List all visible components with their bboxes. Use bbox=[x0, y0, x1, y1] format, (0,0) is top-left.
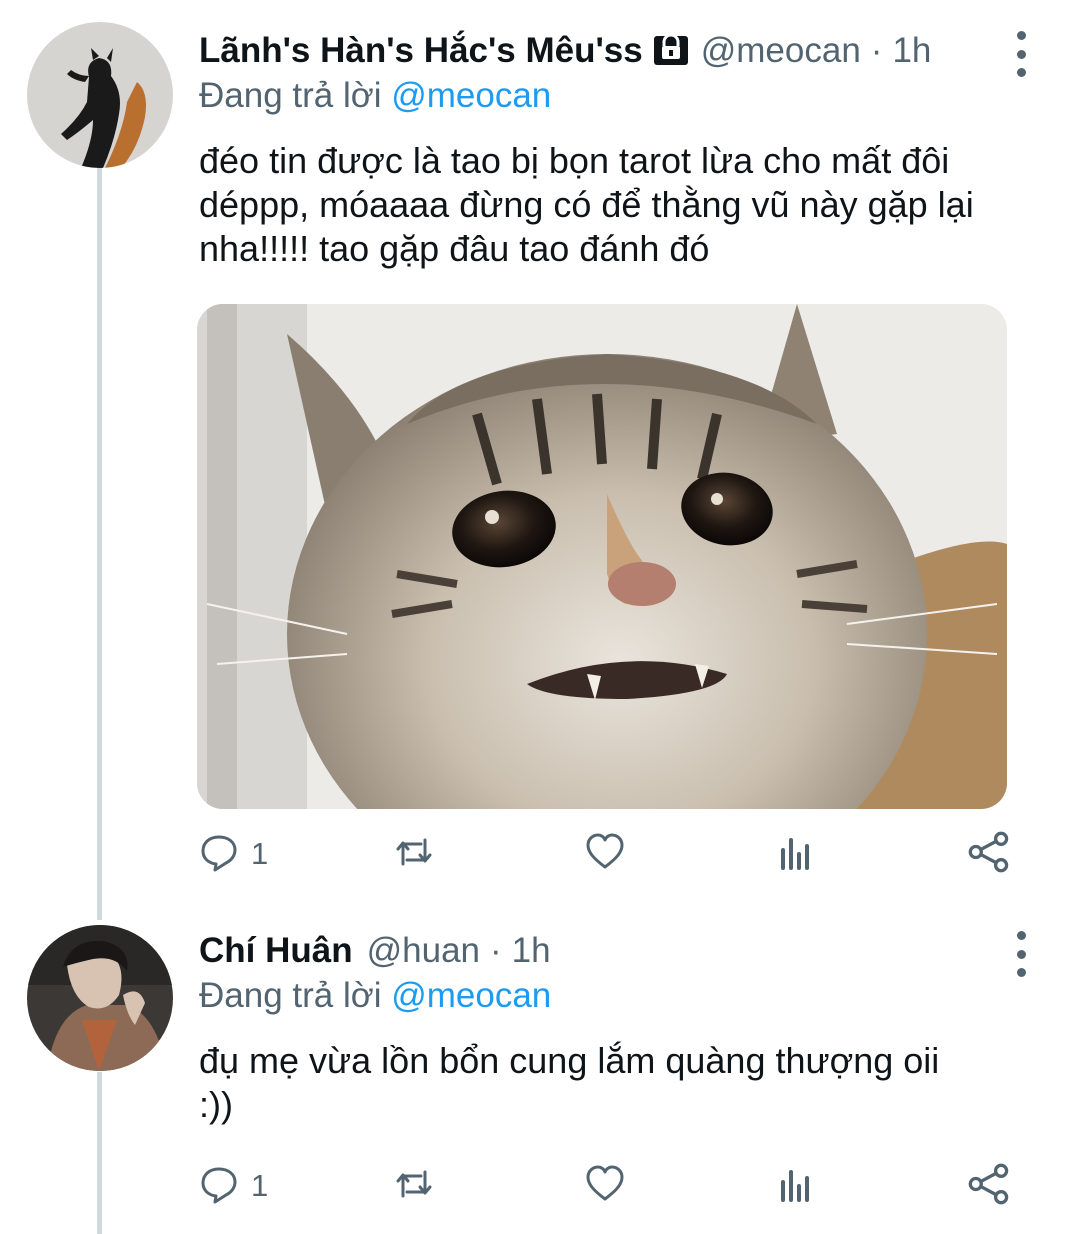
share-icon bbox=[967, 830, 1011, 879]
avatar[interactable] bbox=[27, 925, 173, 1071]
more-vertical-icon[interactable] bbox=[1010, 931, 1032, 977]
reply-button[interactable]: 1 bbox=[199, 829, 268, 879]
reply-icon bbox=[199, 1164, 239, 1209]
tweet-header: Lãnh's Hàn's Hắc's Mêu'ss @meocan · 1h bbox=[199, 24, 931, 78]
share-icon bbox=[967, 1162, 1011, 1211]
analytics-button[interactable] bbox=[777, 829, 817, 879]
handle[interactable]: @huan bbox=[367, 931, 480, 971]
avatar[interactable] bbox=[27, 22, 173, 168]
retweet-icon bbox=[389, 832, 439, 877]
tweet-actions: 1 bbox=[199, 829, 1019, 879]
display-name[interactable]: Lãnh's Hàn's Hắc's Mêu'ss bbox=[199, 31, 643, 71]
tweet-media-image[interactable] bbox=[197, 304, 1007, 809]
reply-count: 1 bbox=[251, 836, 269, 871]
replying-prefix: Đang trả lời bbox=[199, 976, 382, 1015]
handle[interactable]: @meocan bbox=[701, 31, 861, 71]
reply-count: 1 bbox=[251, 1168, 269, 1203]
analytics-icon bbox=[777, 832, 817, 877]
reply-icon bbox=[199, 832, 239, 877]
replying-prefix: Đang trả lời bbox=[199, 76, 382, 115]
more-vertical-icon[interactable] bbox=[1010, 31, 1032, 77]
tweet-actions: 1 bbox=[199, 1161, 1019, 1211]
replying-to: Đang trả lời @meocan bbox=[199, 976, 551, 1016]
replying-to: Đang trả lời @meocan bbox=[199, 76, 551, 116]
share-button[interactable] bbox=[967, 1161, 1011, 1211]
like-button[interactable] bbox=[583, 829, 627, 879]
mention-link[interactable]: @meocan bbox=[391, 976, 551, 1015]
share-button[interactable] bbox=[967, 829, 1011, 879]
like-icon bbox=[583, 832, 627, 877]
reply-button[interactable]: 1 bbox=[199, 1161, 268, 1211]
separator: · bbox=[870, 31, 883, 70]
thread-line bbox=[97, 168, 102, 920]
lock-icon bbox=[653, 32, 689, 71]
thread-line bbox=[97, 1072, 102, 1234]
analytics-button[interactable] bbox=[777, 1161, 817, 1211]
separator: · bbox=[490, 931, 502, 970]
tweet-text: đụ mẹ vừa lồn bổn cung lắm quàng thượng … bbox=[199, 1040, 940, 1125]
timestamp[interactable]: 1h bbox=[892, 31, 931, 71]
retweet-button[interactable] bbox=[389, 1161, 439, 1211]
retweet-button[interactable] bbox=[389, 829, 439, 879]
analytics-icon bbox=[777, 1164, 817, 1209]
mention-link[interactable]: @meocan bbox=[391, 76, 551, 115]
like-button[interactable] bbox=[583, 1161, 627, 1211]
like-icon bbox=[583, 1164, 627, 1209]
display-name[interactable]: Chí Huân bbox=[199, 931, 353, 971]
retweet-icon bbox=[389, 1164, 439, 1209]
timestamp[interactable]: 1h bbox=[512, 931, 551, 971]
tweet-header: Chí Huân @huan · 1h bbox=[199, 924, 551, 978]
tweet-text: đéo tin được là tao bị bọn tarot lừa cho… bbox=[199, 140, 974, 269]
